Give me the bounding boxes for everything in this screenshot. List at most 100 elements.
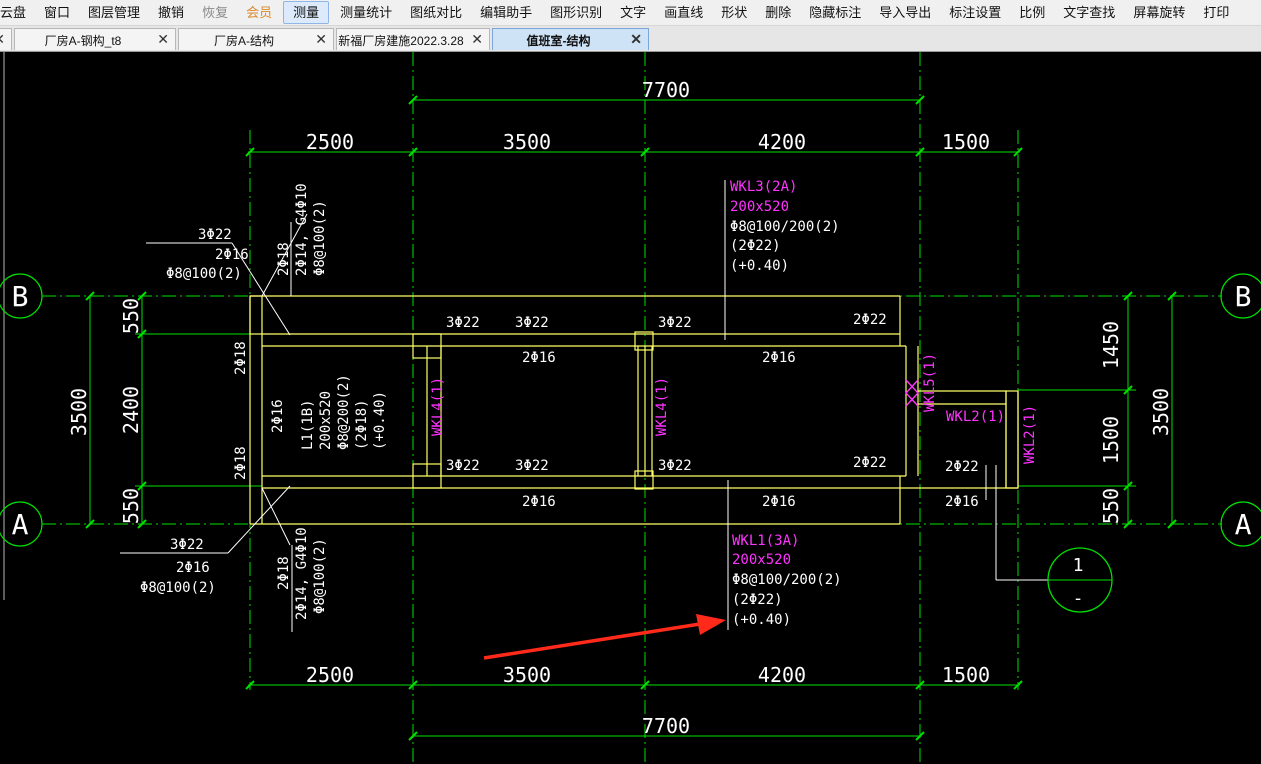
dim-top-overall: 7700 [642, 78, 690, 102]
tab-1[interactable]: 厂房A-钢构_t8 ✕ [14, 28, 176, 50]
dim-left-span-1: 550 [119, 298, 143, 334]
rebar-b-5: 2Φ16 [522, 350, 556, 366]
tab-0[interactable]: ✕ [0, 28, 12, 50]
menubar: 云盘 窗口 图层管理 撤销 恢复 会员 测量 测量统计 图纸对比 编辑助手 图形识别 文字 画直线 形状删… [0, 0, 1261, 26]
dim-right-span-2: 1500 [1099, 416, 1123, 464]
menu-item-9[interactable]: 编辑助手 [471, 0, 541, 25]
diag-top-2: 2Φ14, G4Φ10 [294, 183, 310, 276]
rebar-side-upper: 2Φ18 [233, 341, 249, 375]
l1-stirrup: Φ8@200(2) [336, 374, 352, 450]
menu-item-19[interactable]: 文字查找 [1054, 0, 1124, 25]
axis-label-a-left: A [12, 508, 29, 541]
tab-label: 厂房A-结构 [213, 34, 274, 48]
wkl1-name: WKL1(3A) [732, 533, 799, 549]
menu-item-10[interactable]: 图形识别 [541, 0, 611, 25]
menu-item-21[interactable]: 打印 [1194, 0, 1238, 25]
diag-top-3: Φ8@100(2) [312, 200, 328, 276]
dim-top-span-1: 2500 [306, 130, 354, 154]
section-number: 1 [1073, 555, 1084, 576]
dim-left-span-3: 550 [119, 488, 143, 524]
dim-left-overall: 3500 [67, 388, 91, 436]
dim-bottom-span-1: 2500 [306, 663, 354, 687]
rebar-b-4: 2Φ22 [853, 312, 887, 328]
menu-item-12[interactable]: 画直线 [655, 0, 712, 25]
tab-close-icon[interactable]: ✕ [630, 31, 642, 48]
section-sheet: - [1073, 588, 1084, 609]
wkl1-stirrup: Φ8@100/200(2) [732, 572, 842, 588]
rebar-bottom-left-3: Φ8@100(2) [140, 580, 216, 596]
rebar-top-left-3: Φ8@100(2) [166, 266, 242, 282]
rebar-bottom-left-1: 3Φ22 [170, 537, 204, 553]
dim-right-span-1: 1450 [1099, 321, 1123, 369]
wkl3-elevation: (+0.40) [730, 258, 789, 274]
menu-item-17[interactable]: 标注设置 [940, 0, 1010, 25]
menu-item-0[interactable]: 云盘 [0, 0, 35, 25]
menu-item-5[interactable]: 会员 [237, 0, 281, 25]
l1-name: L1(1B) [300, 399, 316, 450]
rebar-side-lower: 2Φ18 [233, 446, 249, 480]
tab-3[interactable]: 新福厂房建施2022.3.28 ✕ [336, 28, 490, 50]
drawing-canvas[interactable]: 7700 2500 3500 4200 1500 2500 3500 4200 … [0, 52, 1261, 764]
axis-label-b-right: B [1235, 280, 1252, 313]
tab-close-icon[interactable]: ✕ [0, 31, 5, 48]
wkl1-size: 200x520 [732, 552, 791, 568]
tab-4[interactable]: 值班室-结构 ✕ [492, 28, 649, 50]
rebar-b-6: 2Φ16 [762, 350, 796, 366]
menu-item-6[interactable]: 测量 [283, 1, 330, 24]
menu-item-16[interactable]: 导入导出 [870, 0, 940, 25]
tab-close-icon[interactable]: ✕ [315, 31, 327, 48]
menu-item-8[interactable]: 图纸对比 [401, 0, 471, 25]
axis-label-a-right: A [1235, 508, 1252, 541]
rebar-a-6: 2Φ16 [522, 494, 556, 510]
axis-label-b-left: B [12, 280, 29, 313]
menu-item-14[interactable]: 删除 [756, 0, 800, 25]
wkl3-size: 200x520 [730, 199, 789, 215]
dim-bottom-span-4: 1500 [942, 663, 990, 687]
wkl2-label-horizontal: WKL2(1) [946, 409, 1005, 425]
menu-item-1[interactable]: 窗口 [35, 0, 79, 25]
dim-right-span-3: 550 [1099, 488, 1123, 524]
l1-bottom-rebar: 2Φ16 [270, 399, 286, 433]
dim-top-span-4: 1500 [942, 130, 990, 154]
dim-bottom-span-3: 4200 [758, 663, 806, 687]
menu-item-7[interactable]: 测量统计 [331, 0, 401, 25]
menu-item-13[interactable]: 形状 [712, 0, 756, 25]
wkl4-label-mid: WKL4(1) [654, 377, 670, 436]
wkl3-stirrup: Φ8@100/200(2) [730, 219, 840, 235]
diag-bottom-1: 2Φ18 [276, 556, 292, 590]
tab-2[interactable]: 厂房A-结构 ✕ [178, 28, 334, 50]
diag-top-1: 2Φ18 [276, 242, 292, 276]
rebar-a-4: 2Φ22 [853, 455, 887, 471]
wkl3-name: WKL3(2A) [730, 179, 797, 195]
menu-item-4[interactable]: 恢复 [193, 0, 237, 25]
rebar-top-left-2: 2Φ16 [215, 247, 249, 263]
menu-item-11[interactable]: 文字 [611, 0, 655, 25]
l1-through: (2Φ18) [354, 399, 370, 450]
dim-top-span-3: 4200 [758, 130, 806, 154]
wkl1-elevation: (+0.40) [732, 612, 791, 628]
rebar-top-left-1: 3Φ22 [198, 227, 232, 243]
tab-label: 新福厂房建施2022.3.28 [338, 34, 464, 48]
dim-bottom-span-2: 3500 [503, 663, 551, 687]
wkl1-through: (2Φ22) [732, 592, 783, 608]
rebar-a-3: 3Φ22 [658, 458, 692, 474]
rebar-b-1: 3Φ22 [446, 315, 480, 331]
menu-item-20[interactable]: 屏幕旋转 [1124, 0, 1194, 25]
diag-bottom-2: 2Φ14, G4Φ10 [294, 527, 310, 620]
diag-bottom-3: Φ8@100(2) [312, 538, 328, 614]
section-marker: 1 - [1047, 547, 1113, 613]
menu-item-3[interactable]: 撤销 [149, 0, 193, 25]
dim-bottom-overall: 7700 [642, 714, 690, 738]
menu-item-18[interactable]: 比例 [1010, 0, 1054, 25]
tab-close-icon[interactable]: ✕ [157, 31, 169, 48]
tabbar: ✕厂房A-钢构_t8✕厂房A-结构✕新福厂房建施2022.3.28✕值班室-结构… [0, 26, 1261, 52]
menu-item-2[interactable]: 图层管理 [79, 0, 149, 25]
rebar-a-2: 3Φ22 [515, 458, 549, 474]
dim-top-span-2: 3500 [503, 130, 551, 154]
wkl2-label-vertical: WKL2(1) [1022, 405, 1038, 464]
tab-label: 值班室-结构 [526, 34, 591, 48]
menu-item-15[interactable]: 隐藏标注 [800, 0, 870, 25]
tab-close-icon[interactable]: ✕ [471, 31, 483, 48]
wkl5-label: WKL5(1) [922, 353, 938, 412]
wkl3-through: (2Φ22) [730, 238, 781, 254]
